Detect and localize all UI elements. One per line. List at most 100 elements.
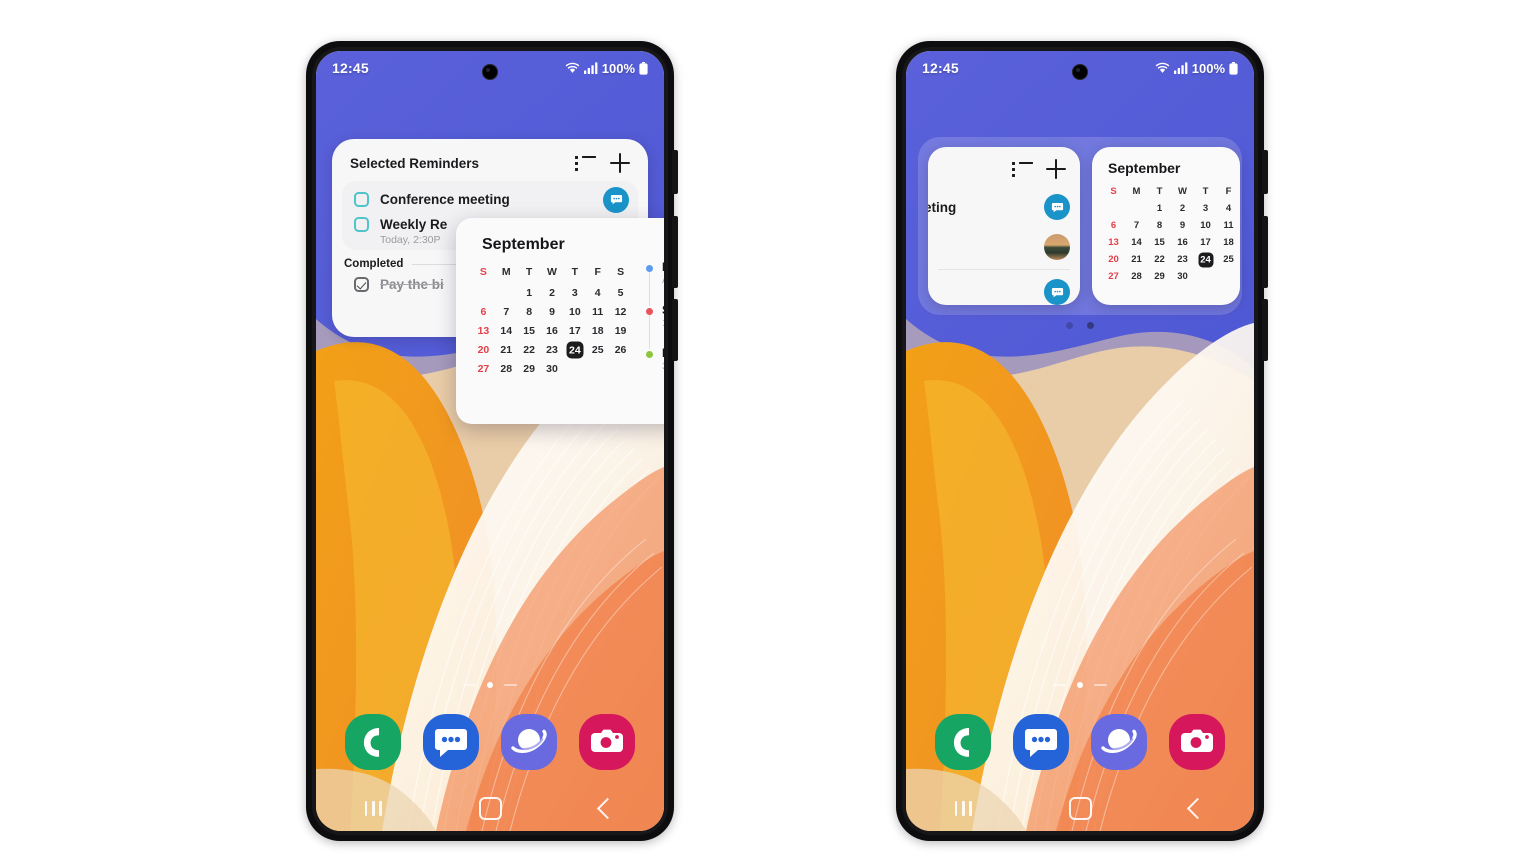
contact-avatar[interactable] <box>1044 234 1070 260</box>
calendar-widget-right[interactable]: September SMTWTFS00123456789101112131415… <box>1092 147 1240 305</box>
volume-down-button-left[interactable] <box>672 299 678 361</box>
calendar-cell-day[interactable]: 8 <box>1148 218 1171 233</box>
calendar-cell-day[interactable]: 21 <box>1125 252 1148 267</box>
reminders-widget-right[interactable]: eting <box>928 147 1080 305</box>
calendar-grid[interactable]: SMTWTFS001234567891011121314151617181920… <box>472 264 632 377</box>
calendar-cell-day[interactable]: 11 <box>1217 218 1240 233</box>
completed-checkbox[interactable] <box>354 277 369 292</box>
calendar-cell-day[interactable]: 9 <box>1171 218 1194 233</box>
calendar-cell-day[interactable]: 13 <box>1102 235 1125 250</box>
calendar-cell-day[interactable]: 10 <box>563 304 586 320</box>
calendar-cell-day[interactable]: 8 <box>518 304 541 320</box>
list-view-icon[interactable] <box>575 155 596 171</box>
calendar-cell-day[interactable]: 30 <box>541 361 564 377</box>
reminder-row-clipped-1[interactable] <box>928 227 1080 267</box>
calendar-event-item[interactable]: S1 <box>646 305 664 349</box>
calendar-cell-day[interactable]: 25 <box>586 342 609 358</box>
calendar-cell-day[interactable]: 9 <box>541 304 564 320</box>
calendar-cell-day[interactable]: 30 <box>1171 269 1194 284</box>
list-view-icon[interactable] <box>1012 161 1033 177</box>
calendar-cell-day[interactable]: 17 <box>1194 235 1217 250</box>
calendar-cell-day[interactable]: 29 <box>518 361 541 377</box>
calendar-cell-day[interactable]: 22 <box>518 342 541 358</box>
recents-icon[interactable] <box>954 800 972 816</box>
calendar-cell-today[interactable]: 24 <box>563 341 586 359</box>
stack-dot-active[interactable] <box>1087 322 1094 329</box>
calendar-cell-day[interactable]: 14 <box>1125 235 1148 250</box>
back-chevron-icon[interactable] <box>1187 797 1209 819</box>
message-bubble-icon[interactable] <box>1044 279 1070 305</box>
calendar-cell-today[interactable]: 24 <box>1194 252 1217 267</box>
calendar-event-item[interactable]: M3 <box>646 348 664 373</box>
calendar-cell-day[interactable]: 3 <box>1194 201 1217 216</box>
phone-app[interactable] <box>935 714 991 770</box>
message-bubble-icon[interactable] <box>1044 194 1070 220</box>
calendar-cell-day[interactable]: 13 <box>472 323 495 339</box>
calendar-cell-day[interactable]: 7 <box>495 304 518 320</box>
calendar-cell-day[interactable]: 5 <box>609 285 632 301</box>
calendar-cell-day[interactable]: 27 <box>1102 269 1125 284</box>
calendar-cell-day[interactable]: 22 <box>1148 252 1171 267</box>
plus-icon[interactable] <box>610 153 630 173</box>
calendar-cell-day[interactable]: 17 <box>563 323 586 339</box>
volume-up-button-right[interactable] <box>1262 216 1268 288</box>
calendar-cell-day[interactable]: 20 <box>472 342 495 358</box>
calendar-cell-day[interactable]: 27 <box>472 361 495 377</box>
calendar-cell-day[interactable]: 20 <box>1102 252 1125 267</box>
messages-app[interactable] <box>1013 714 1069 770</box>
calendar-cell-day[interactable]: 29 <box>1148 269 1171 284</box>
calendar-cell-day[interactable]: 26 <box>609 342 632 358</box>
messages-app[interactable] <box>423 714 479 770</box>
calendar-cell-day[interactable]: 21 <box>495 342 518 358</box>
volume-down-button-right[interactable] <box>1262 299 1268 361</box>
volume-up-button-left[interactable] <box>672 216 678 288</box>
calendar-cell-day[interactable]: 23 <box>541 342 564 358</box>
calendar-cell-day[interactable]: 16 <box>1171 235 1194 250</box>
calendar-cell-day[interactable]: 4 <box>1217 201 1240 216</box>
calendar-cell-day[interactable]: 12 <box>609 304 632 320</box>
power-button-left[interactable] <box>672 150 678 194</box>
home-icon[interactable] <box>1069 796 1093 820</box>
calendar-cell-day[interactable]: 2 <box>1171 201 1194 216</box>
recents-icon[interactable] <box>364 800 382 816</box>
calendar-cell-day[interactable]: 4 <box>586 285 609 301</box>
calendar-cell-day[interactable]: 2 <box>541 285 564 301</box>
calendar-cell-day[interactable]: 3 <box>563 285 586 301</box>
calendar-cell-day[interactable]: 10 <box>1194 218 1217 233</box>
calendar-cell-day[interactable]: 28 <box>495 361 518 377</box>
calendar-cell-day[interactable]: 15 <box>1148 235 1171 250</box>
calendar-cell-day[interactable]: 23 <box>1171 252 1194 267</box>
power-button-right[interactable] <box>1262 150 1268 194</box>
calendar-cell-day[interactable]: 11 <box>586 304 609 320</box>
calendar-cell-day[interactable]: 7 <box>1125 218 1148 233</box>
calendar-cell-day[interactable]: 15 <box>518 323 541 339</box>
reminder-checkbox[interactable] <box>354 217 369 232</box>
calendar-cell-day[interactable]: 18 <box>1217 235 1240 250</box>
calendar-cell-day[interactable]: 25 <box>1217 252 1240 267</box>
page-dot-active[interactable] <box>1077 682 1083 688</box>
stack-dot[interactable] <box>1066 322 1073 329</box>
home-page-indicator[interactable] <box>463 682 517 688</box>
internet-app[interactable] <box>501 714 557 770</box>
calendar-cell-day[interactable]: 14 <box>495 323 518 339</box>
reminder-row-clipped-2[interactable] <box>928 272 1080 305</box>
back-chevron-icon[interactable] <box>597 797 619 819</box>
calendar-event-item[interactable]: DA <box>646 262 664 306</box>
home-icon[interactable] <box>479 796 503 820</box>
calendar-cell-day[interactable]: 6 <box>472 304 495 320</box>
calendar-cell-day[interactable]: 1 <box>1148 201 1171 216</box>
reminder-row-0[interactable]: Conference meeting <box>342 186 638 213</box>
calendar-cell-day[interactable]: 18 <box>586 323 609 339</box>
camera-app[interactable] <box>1169 714 1225 770</box>
camera-app[interactable] <box>579 714 635 770</box>
calendar-cell-day[interactable]: 28 <box>1125 269 1148 284</box>
message-bubble-icon[interactable] <box>603 186 629 213</box>
calendar-cell-day[interactable]: 6 <box>1102 218 1125 233</box>
calendar-grid-right[interactable]: SMTWTFS001234567891011121314151617181920… <box>1102 184 1240 284</box>
home-page-indicator[interactable] <box>1053 682 1107 688</box>
reminder-row-clipped-0[interactable]: eting <box>928 187 1080 227</box>
internet-app[interactable] <box>1091 714 1147 770</box>
phone-app[interactable] <box>345 714 401 770</box>
reminder-checkbox[interactable] <box>354 192 369 207</box>
calendar-cell-day[interactable]: 19 <box>609 323 632 339</box>
